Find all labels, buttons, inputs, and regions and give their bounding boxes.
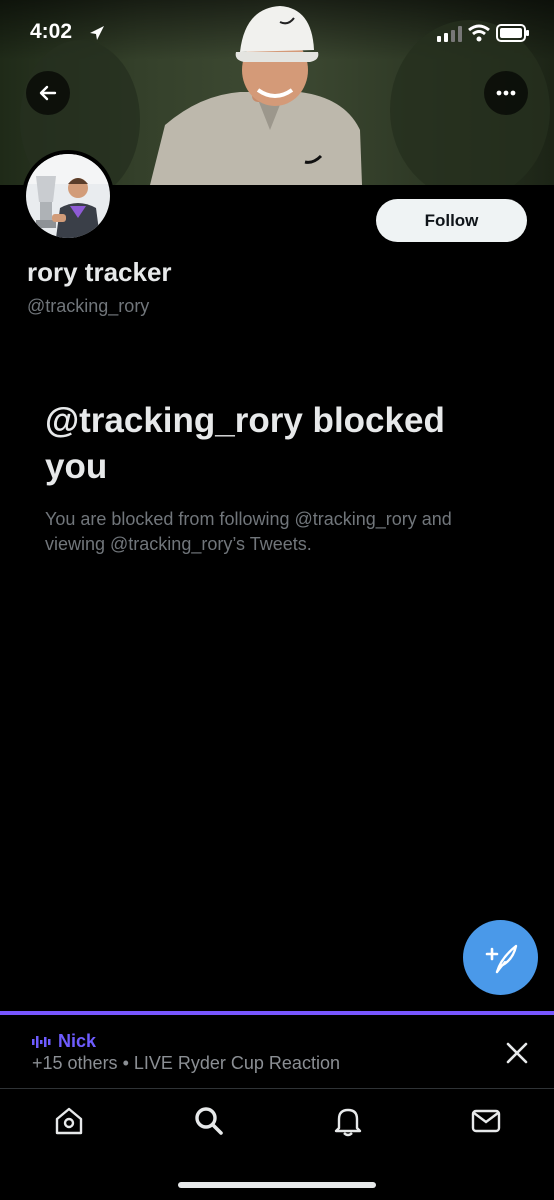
avatar-photo bbox=[26, 154, 110, 238]
tab-messages[interactable] bbox=[466, 1101, 506, 1141]
blocked-title: @tracking_rory blocked you bbox=[45, 401, 445, 486]
profile-handle: @tracking_rory bbox=[27, 296, 150, 316]
display-name: rory tracker bbox=[27, 257, 172, 287]
space-description: +15 others • LIVE Ryder Cup Reaction bbox=[32, 1053, 340, 1073]
location-arrow-icon bbox=[90, 26, 104, 40]
home-indicator bbox=[178, 1182, 376, 1188]
home-icon bbox=[55, 1107, 83, 1135]
more-icon bbox=[496, 90, 516, 96]
compose-tweet-button[interactable] bbox=[463, 920, 538, 995]
messages-icon bbox=[471, 1109, 501, 1133]
tab-home[interactable] bbox=[49, 1101, 89, 1141]
space-host[interactable]: Nick bbox=[32, 1031, 96, 1052]
avatar[interactable] bbox=[22, 150, 114, 242]
search-icon bbox=[195, 1107, 223, 1135]
tab-search[interactable] bbox=[189, 1101, 229, 1141]
audio-wave-icon bbox=[32, 1035, 51, 1048]
more-button[interactable] bbox=[484, 71, 528, 115]
tab-notifications[interactable] bbox=[328, 1101, 368, 1141]
wifi-icon bbox=[468, 24, 490, 42]
signal-icon bbox=[437, 26, 462, 42]
status-bar: 4:02 bbox=[0, 0, 554, 66]
battery-icon bbox=[496, 24, 529, 42]
compose-icon bbox=[485, 944, 517, 973]
space-host-name: Nick bbox=[58, 1031, 97, 1051]
back-button[interactable] bbox=[26, 71, 70, 115]
follow-button[interactable]: Follow bbox=[376, 199, 527, 242]
close-space-button[interactable] bbox=[502, 1038, 532, 1068]
back-arrow-icon bbox=[39, 85, 57, 101]
status-time: 4:02 bbox=[30, 20, 73, 43]
blocked-message: You are blocked from following @tracking… bbox=[45, 509, 452, 554]
notifications-icon bbox=[334, 1108, 362, 1137]
close-icon bbox=[506, 1042, 528, 1064]
